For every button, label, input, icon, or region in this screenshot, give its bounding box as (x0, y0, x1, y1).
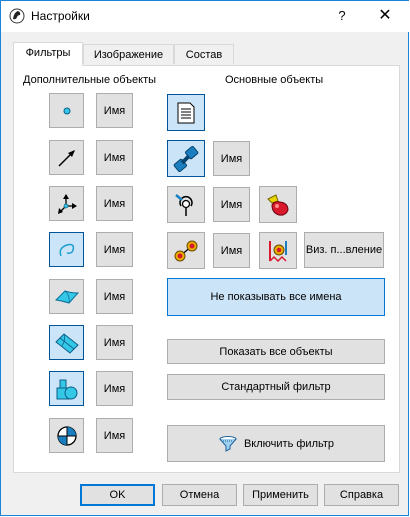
name-button-mass-centers[interactable]: Имя (96, 418, 133, 453)
show-all-objects-button[interactable]: Показать все объекты (167, 339, 385, 364)
toggle-forces[interactable] (259, 186, 297, 223)
name-button-curves[interactable]: Имя (96, 232, 133, 267)
name-button-coordinate-systems[interactable]: Имя (96, 186, 133, 221)
tab-filters[interactable]: Фильтры (13, 42, 83, 66)
sensor-icon (264, 237, 292, 265)
toggle-points[interactable] (49, 93, 84, 128)
enable-filter-button[interactable]: Включить фильтр (167, 425, 385, 462)
name-button-sheet-bodies[interactable]: Имя (96, 325, 133, 360)
apply-button[interactable]: Применить (243, 484, 318, 506)
help-icon[interactable]: ? (333, 7, 351, 25)
tab-composition[interactable]: Состав (174, 44, 234, 64)
standard-filter-button[interactable]: Стандартный фильтр (167, 374, 385, 400)
visualization-button[interactable]: Виз. п...вление (304, 232, 384, 268)
settings-dialog: Настройки ? ✕ Фильтры Изображение Состав… (0, 0, 409, 516)
title-bar: Настройки ? ✕ (1, 1, 409, 32)
vector-arrow-icon (55, 146, 79, 170)
window-title: Настройки (31, 9, 90, 23)
name-button-surfaces[interactable]: Имя (96, 279, 133, 314)
name-button-solid-bodies[interactable]: Имя (96, 371, 133, 406)
name-button-points[interactable]: Имя (96, 93, 133, 128)
part-link-icon (173, 145, 199, 172)
app-icon (9, 8, 25, 24)
toggle-solid-bodies[interactable] (49, 371, 84, 406)
toggle-parts[interactable] (167, 140, 205, 177)
name-button-vectors[interactable]: Имя (96, 140, 133, 175)
toggle-curves[interactable] (49, 232, 84, 267)
toggle-sheet-bodies[interactable] (49, 325, 84, 360)
toggle-joints[interactable] (167, 186, 205, 223)
curve-icon (55, 238, 79, 262)
coordinate-axes-icon (55, 192, 79, 216)
name-button-connections[interactable]: Имя (213, 233, 250, 268)
force-element-icon (264, 191, 292, 219)
surface-icon (54, 285, 80, 309)
ok-button[interactable]: OK (80, 484, 155, 506)
toggle-connections[interactable] (167, 232, 205, 269)
toggle-vectors[interactable] (49, 140, 84, 175)
point-icon (57, 101, 77, 121)
hide-all-names-button[interactable]: Не показывать все имена (167, 278, 385, 316)
close-icon[interactable]: ✕ (375, 7, 395, 25)
connection-icon (172, 237, 200, 265)
help-button[interactable]: Справка (324, 484, 399, 506)
toggle-surfaces[interactable] (49, 279, 84, 314)
toggle-sensors[interactable] (259, 232, 297, 269)
center-of-mass-icon (55, 424, 79, 448)
filter-funnel-icon (218, 435, 238, 453)
name-button-joints[interactable]: Имя (213, 187, 250, 222)
tab-image[interactable]: Изображение (83, 44, 174, 64)
toggle-documents[interactable] (167, 94, 205, 131)
toggle-mass-centers[interactable] (49, 418, 84, 453)
cancel-button[interactable]: Отмена (162, 484, 237, 506)
solid-body-icon (54, 376, 80, 402)
enable-filter-label: Включить фильтр (243, 437, 335, 450)
joint-icon (173, 192, 199, 218)
name-button-parts[interactable]: Имя (213, 141, 250, 176)
sheet-body-icon (54, 330, 80, 356)
toggle-coordinate-systems[interactable] (49, 186, 84, 221)
main-objects-heading: Основные объекты (225, 74, 324, 86)
document-icon (175, 101, 197, 125)
extra-objects-heading: Дополнительные объекты (23, 74, 157, 86)
